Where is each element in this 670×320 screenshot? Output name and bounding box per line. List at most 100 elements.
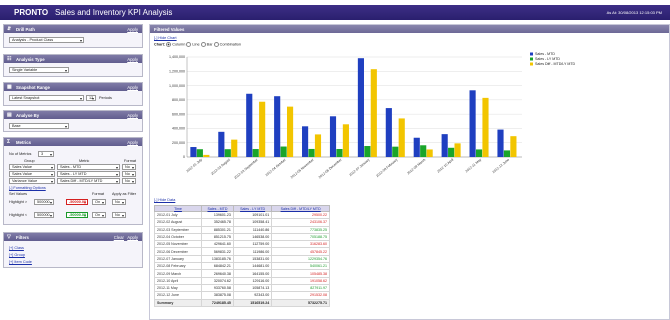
set-values-label: Set Values bbox=[9, 192, 28, 196]
table-cell: 457845.22 bbox=[271, 247, 330, 256]
table-row: 2012-12 June 383875.08 92343.00 291532.08 bbox=[154, 291, 330, 300]
table-cell: 851215.75 bbox=[201, 232, 234, 242]
col-sales-diff[interactable]: Sales Diff - MTD/LY MTD bbox=[271, 205, 330, 212]
analyse-by-select[interactable]: Base bbox=[9, 123, 69, 129]
table-cell: 885301.21 bbox=[201, 225, 234, 234]
metric-select[interactable]: Sales - MTD bbox=[57, 164, 120, 170]
metric-format-select[interactable]: No bbox=[122, 171, 136, 177]
highlight-lt-threshold[interactable]: -50000.00 bbox=[66, 212, 88, 218]
bar-3 bbox=[398, 118, 405, 157]
table-cell: 105485.38 bbox=[271, 269, 330, 278]
bar-2 bbox=[308, 148, 315, 157]
highlight-gt-format[interactable]: On bbox=[92, 199, 106, 205]
radio-combination-label: Combination bbox=[219, 42, 241, 47]
bar-2 bbox=[364, 146, 371, 157]
bar-1 bbox=[469, 90, 476, 157]
formatting-options-toggle[interactable]: [-] Formatting Options bbox=[9, 186, 46, 190]
x-tick-label: 2012-12 June bbox=[492, 158, 511, 174]
filters-clear-link[interactable]: Clear bbox=[114, 235, 124, 240]
table-cell: 2012-08 February bbox=[154, 262, 202, 271]
highlight-lt-format[interactable]: On bbox=[92, 212, 106, 218]
drill-icon: ⇵ bbox=[7, 26, 12, 32]
snapshot-apply-link[interactable]: Apply bbox=[127, 85, 138, 90]
highlight-gt-filter[interactable]: No bbox=[112, 199, 126, 205]
bar-2 bbox=[448, 147, 455, 157]
bar-2 bbox=[252, 149, 259, 157]
table-cell: 2012-05 November bbox=[154, 240, 202, 249]
bar-2 bbox=[224, 149, 231, 157]
filter-class[interactable]: [+] Class bbox=[9, 246, 24, 250]
filters-apply-link[interactable]: Apply bbox=[127, 235, 138, 240]
panel-title: Analysis Type bbox=[16, 57, 45, 62]
filter-group[interactable]: [+] Group bbox=[9, 253, 25, 257]
y-tick-label: 600,000 bbox=[172, 112, 185, 116]
x-tick-label: 2012-02 August bbox=[210, 158, 231, 176]
table-cell: 291532.08 bbox=[271, 291, 330, 300]
bar-3 bbox=[286, 106, 294, 157]
analysis-apply-link[interactable]: Apply bbox=[127, 57, 138, 62]
table-cell: 569831.22 bbox=[201, 247, 234, 256]
hide-data-toggle[interactable]: [-] Hide Data bbox=[154, 198, 175, 202]
legend-swatch bbox=[530, 62, 533, 66]
table-cell: 705188.75 bbox=[271, 232, 330, 242]
highlight-lt-filter[interactable]: No bbox=[112, 212, 126, 218]
table-cell: 109358.41 bbox=[232, 218, 273, 227]
metrics-count-select[interactable]: 3 bbox=[38, 151, 54, 157]
filter-icon: ▽ bbox=[7, 234, 11, 240]
bar-2 bbox=[336, 149, 343, 157]
legend-label: Sales Diff - MTD/LY MTD bbox=[535, 62, 576, 66]
table-row: 2012-06 December 569831.22 111986.00 457845… bbox=[154, 247, 330, 256]
bar-3 bbox=[454, 143, 461, 157]
table-cell: 316283.60 bbox=[271, 240, 330, 249]
x-tick-label: 2012-07 January bbox=[348, 158, 370, 178]
x-tick-label: 2012-10 April bbox=[436, 158, 454, 174]
table-cell: 109101.01 bbox=[232, 210, 273, 220]
snapshot-select[interactable]: Latest Snapshot bbox=[9, 95, 84, 101]
table-cell: 92343.00 bbox=[232, 291, 273, 300]
summary-cell: Summary bbox=[154, 298, 202, 307]
highlight-lt-value[interactable]: 500000 bbox=[34, 212, 54, 218]
x-tick-label: 2012-06 December bbox=[318, 157, 343, 179]
legend-label: Sales - MTD bbox=[535, 52, 555, 56]
table-cell: 2012-12 June bbox=[154, 291, 202, 300]
analyse-apply-link[interactable]: Apply bbox=[127, 113, 138, 118]
table-cell: 191058.62 bbox=[271, 276, 330, 285]
table-row: 2012-02 August 352465.78 109358.41 243106.3… bbox=[154, 218, 330, 227]
metric-select[interactable]: Sales - LY MTD bbox=[57, 171, 120, 177]
y-tick-label: 800,000 bbox=[172, 98, 185, 102]
table-cell: 429641.60 bbox=[201, 240, 234, 249]
bar-1 bbox=[190, 147, 197, 157]
metric-group-select[interactable]: Sales Value bbox=[9, 171, 55, 177]
hide-chart-toggle[interactable]: [-] Hide Chart bbox=[154, 36, 177, 40]
table-cell: 269640.38 bbox=[201, 269, 234, 278]
app-header: PRONTO Sales and Inventory KPI Analysis … bbox=[0, 5, 670, 20]
metric-group-select[interactable]: Sales Value bbox=[9, 164, 55, 170]
metrics-apply-link[interactable]: Apply bbox=[127, 140, 138, 145]
y-tick-label: 0 bbox=[183, 155, 185, 159]
kpi-data-table: Time Sales - MTD Sales - LY MTD Sales Di… bbox=[154, 205, 330, 307]
filter-item-code[interactable]: [+] Item Code bbox=[9, 260, 32, 264]
highlight-gt-value[interactable]: 500000 bbox=[34, 199, 54, 205]
drill-apply-link[interactable]: Apply bbox=[127, 27, 138, 32]
panel-title: Snapshot Range bbox=[16, 85, 50, 90]
table-cell: 773835.25 bbox=[271, 225, 330, 234]
table-cell: 1229354.76 bbox=[271, 254, 330, 264]
periods-select[interactable]: 12 bbox=[86, 95, 96, 101]
metric-group-select[interactable]: Variance Value bbox=[9, 178, 55, 184]
metric-format-select[interactable]: No bbox=[122, 178, 136, 184]
metric-select[interactable]: Sales Diff - MTD/LY MTD bbox=[57, 178, 120, 184]
x-tick-label: 2012-04 October bbox=[265, 157, 288, 177]
bar-3 bbox=[342, 124, 349, 157]
x-tick-label: 2012-08 February bbox=[375, 158, 398, 179]
table-row: 2012-05 November 429641.60 112759.00 316283… bbox=[154, 240, 330, 249]
table-cell: 243106.37 bbox=[271, 218, 330, 227]
metric-format-select[interactable]: No bbox=[122, 164, 136, 170]
radio-column-label: Column bbox=[172, 42, 186, 47]
summary-cell: 5732275.71 bbox=[271, 298, 330, 307]
analyse-by-panel: ▤ Analyse By Apply Base bbox=[3, 110, 143, 132]
analysis-type-select[interactable]: Single Variable bbox=[9, 67, 69, 73]
x-tick-label: 2012-03 September bbox=[233, 157, 259, 180]
bar-1 bbox=[302, 126, 309, 157]
drill-path-select[interactable]: Analysis - Product Class bbox=[9, 37, 84, 43]
highlight-gt-threshold[interactable]: -50000.00 bbox=[66, 199, 88, 205]
